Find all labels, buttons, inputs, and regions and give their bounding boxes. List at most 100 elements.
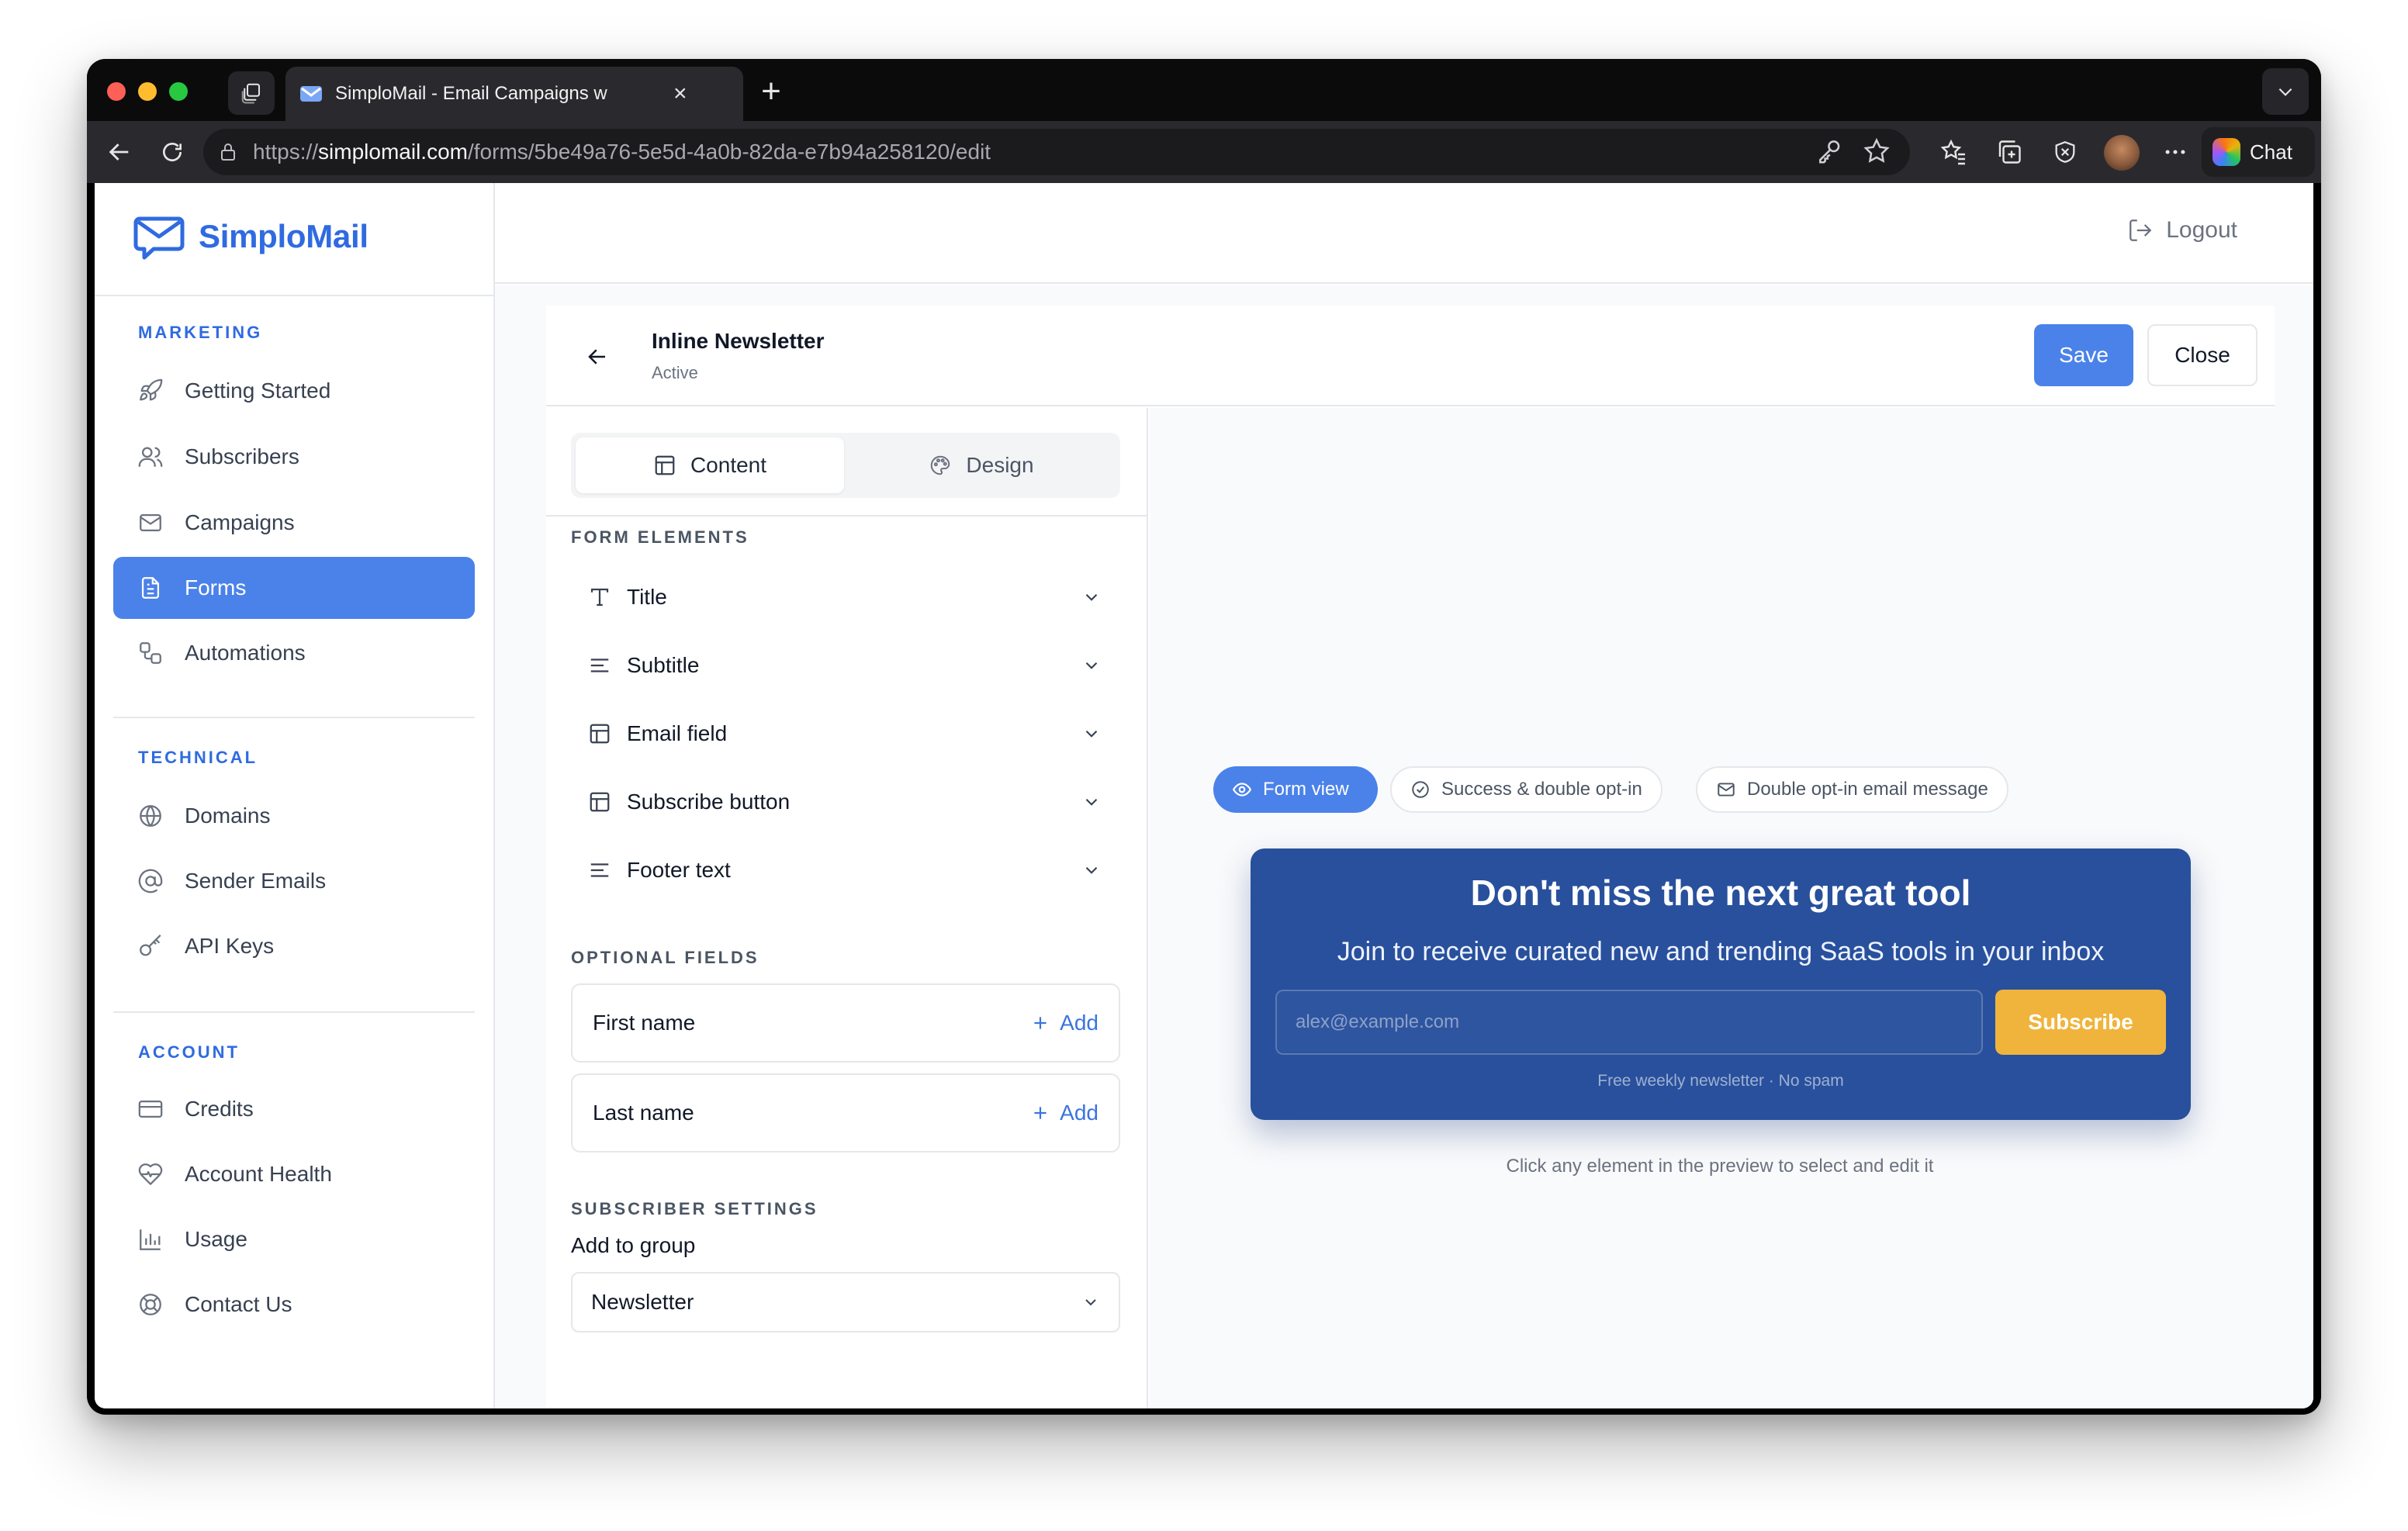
top-bar: Logout — [495, 183, 2313, 284]
sidebar-item-domains[interactable]: Domains — [113, 785, 475, 847]
element-label: Subtitle — [627, 653, 700, 677]
sidebar-item-label: Forms — [185, 575, 247, 600]
browser-tab-active[interactable]: SimploMail - Email Campaigns w × — [285, 67, 743, 121]
document-icon — [137, 574, 164, 602]
sidebar-item-label: Contact Us — [185, 1292, 292, 1316]
sidebar-item-campaigns[interactable]: Campaigns — [113, 492, 475, 554]
shield-icon[interactable] — [2050, 137, 2081, 168]
sidebar-item-forms[interactable]: Forms — [113, 557, 475, 619]
eye-icon — [1232, 779, 1252, 800]
tab-double-opt-in-email[interactable]: Double opt-in email message — [1696, 766, 2008, 813]
tab-list-chevron-icon[interactable] — [2262, 68, 2309, 115]
newsletter-title[interactable]: Don't miss the next great tool — [1251, 872, 2191, 914]
app-content: SimploMail MARKETING Getting Started Sub… — [95, 183, 2313, 1408]
element-label: Title — [627, 585, 667, 609]
close-tab-icon[interactable]: × — [673, 82, 687, 105]
browser-window: SimploMail - Email Campaigns w × + https… — [87, 59, 2321, 1415]
new-tab-button[interactable]: + — [749, 70, 793, 113]
newsletter-footer-text[interactable]: Free weekly newsletter · No spam — [1251, 1072, 2191, 1090]
check-circle-icon — [1410, 779, 1431, 800]
chevron-down-icon[interactable] — [1081, 860, 1102, 880]
profile-avatar[interactable] — [2104, 135, 2140, 171]
browser-tab-title: SimploMail - Email Campaigns w — [335, 83, 607, 104]
sidebar-item-automations[interactable]: Automations — [113, 622, 475, 684]
element-row-footer-text[interactable]: Footer text — [571, 842, 1120, 898]
pill-label: Form view — [1263, 779, 1349, 800]
password-key-icon[interactable] — [1815, 137, 1845, 166]
tab-design[interactable]: Design — [847, 437, 1116, 493]
settings-panel: Content Design FORM ELEMENTS Title Subti… — [546, 408, 1148, 1408]
lifebuoy-icon — [137, 1291, 164, 1318]
form-editor: Inline Newsletter Active Save Close Cont… — [546, 306, 2275, 1408]
tab-groups-icon[interactable] — [228, 71, 275, 115]
sidebar-item-label: Credits — [185, 1097, 254, 1121]
tab-content[interactable]: Content — [576, 437, 844, 493]
element-label: Footer text — [627, 858, 731, 882]
close-button[interactable]: Close — [2147, 324, 2258, 386]
account-heading: ACCOUNT — [138, 1042, 240, 1062]
favorite-star-icon[interactable] — [1862, 137, 1891, 166]
layout-icon — [588, 790, 611, 814]
newsletter-subscribe-button[interactable]: Subscribe — [1995, 990, 2166, 1055]
heart-pulse-icon — [137, 1160, 164, 1188]
lock-icon — [219, 142, 237, 162]
sidebar-item-credits[interactable]: Credits — [113, 1078, 475, 1140]
sidebar-item-sender-emails[interactable]: Sender Emails — [113, 850, 475, 912]
sidebar-item-label: Sender Emails — [185, 869, 327, 893]
minimize-window-button[interactable] — [138, 82, 157, 101]
plus-icon — [1030, 1103, 1050, 1123]
newsletter-subtitle[interactable]: Join to receive curated new and trending… — [1251, 937, 2191, 967]
chevron-down-icon[interactable] — [1081, 724, 1102, 744]
element-row-email-field[interactable]: Email field — [571, 706, 1120, 762]
optional-field-label: First name — [593, 1011, 696, 1035]
logout-button[interactable]: Logout — [2127, 217, 2237, 244]
layout-icon — [588, 722, 611, 745]
sidebar-item-subscribers[interactable]: Subscribers — [113, 426, 475, 488]
add-first-name-button[interactable]: Add — [1030, 1011, 1098, 1035]
tabs-divider — [546, 515, 1147, 517]
save-button[interactable]: Save — [2034, 324, 2133, 386]
chevron-down-icon — [1081, 1293, 1100, 1312]
add-last-name-button[interactable]: Add — [1030, 1101, 1098, 1125]
favorites-icon[interactable] — [1938, 137, 1969, 168]
brand-logo[interactable]: SimploMail — [133, 213, 368, 261]
optional-fields-heading: OPTIONAL FIELDS — [571, 948, 759, 967]
reload-icon[interactable] — [157, 137, 188, 168]
close-window-button[interactable] — [107, 82, 126, 101]
back-arrow-icon[interactable] — [104, 137, 135, 168]
url-scheme: https:// — [253, 140, 319, 164]
sidebar-separator — [113, 1011, 475, 1013]
element-row-subscribe-button[interactable]: Subscribe button — [571, 774, 1120, 830]
chevron-down-icon[interactable] — [1081, 655, 1102, 676]
newsletter-email-field[interactable]: alex@example.com — [1275, 990, 1983, 1055]
back-arrow-icon[interactable] — [582, 341, 613, 372]
chevron-down-icon[interactable] — [1081, 792, 1102, 812]
element-row-title[interactable]: Title — [571, 569, 1120, 625]
add-label: Add — [1060, 1101, 1098, 1125]
sidebar-item-contact-us[interactable]: Contact Us — [113, 1274, 475, 1336]
group-select[interactable]: Newsletter — [571, 1272, 1120, 1332]
more-options-icon[interactable] — [2160, 137, 2191, 168]
type-icon — [588, 586, 611, 609]
chat-label: Chat — [2250, 140, 2292, 164]
newsletter-preview-card[interactable]: Don't miss the next great tool Join to r… — [1251, 848, 2191, 1120]
envelope-logo-icon — [133, 213, 185, 261]
tab-success-double-opt-in[interactable]: Success & double opt-in — [1390, 766, 1662, 813]
preview-hint: Click any element in the preview to sele… — [1506, 1156, 1934, 1177]
maximize-window-button[interactable] — [169, 82, 188, 101]
address-bar[interactable]: https://simplomail.com/forms/5be49a76-5e… — [203, 129, 1910, 175]
sidebar-item-account-health[interactable]: Account Health — [113, 1143, 475, 1205]
sidebar-item-api-keys[interactable]: API Keys — [113, 915, 475, 977]
tab-form-view[interactable]: Form view — [1213, 766, 1378, 813]
copilot-chat-button[interactable]: Chat — [2202, 127, 2315, 177]
element-label: Email field — [627, 721, 728, 745]
form-status: Active — [652, 363, 698, 382]
chevron-down-icon[interactable] — [1081, 587, 1102, 607]
collections-icon[interactable] — [1994, 137, 2025, 168]
element-row-subtitle[interactable]: Subtitle — [571, 638, 1120, 693]
sidebar-item-getting-started[interactable]: Getting Started — [113, 360, 475, 422]
plus-icon — [1030, 1013, 1050, 1033]
align-left-icon — [588, 859, 611, 882]
sidebar-item-usage[interactable]: Usage — [113, 1208, 475, 1270]
email-placeholder: alex@example.com — [1296, 1011, 1460, 1032]
